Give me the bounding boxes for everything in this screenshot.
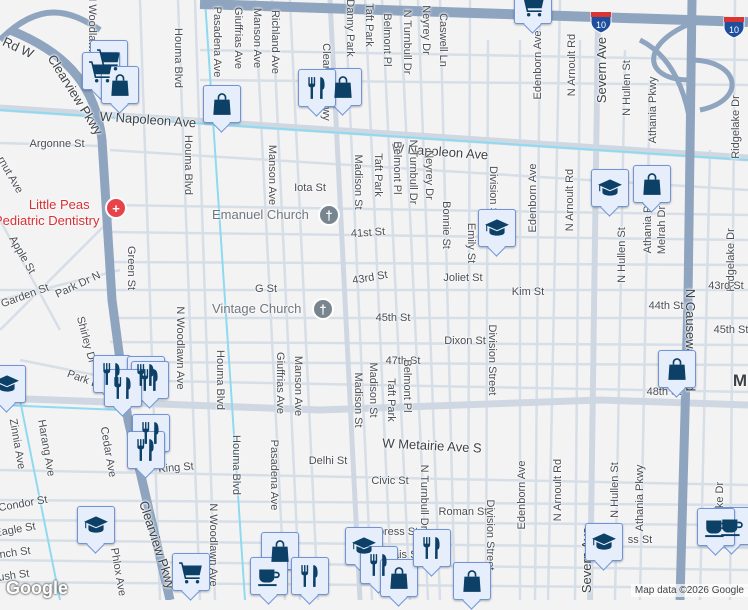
school-icon[interactable] xyxy=(591,169,629,207)
street-label: G St xyxy=(254,283,278,295)
street-label: Civic St xyxy=(371,475,409,487)
street-label: Pasadena Ave xyxy=(268,439,280,511)
street-label: ke Dr xyxy=(714,481,726,509)
street-label: 43rd St xyxy=(708,280,744,292)
street-label: Manson Ave xyxy=(266,144,278,206)
shopping-bag-icon[interactable] xyxy=(658,350,696,388)
street-label: Division Street xyxy=(484,499,496,571)
street-label: Manson Ave xyxy=(292,355,304,417)
street-label: Manson Ave xyxy=(251,7,263,69)
street-label: Argonne St xyxy=(29,138,85,150)
street-label: 45th St xyxy=(713,324,748,336)
street-label: Madison St xyxy=(352,154,364,210)
street-label: Taft Park xyxy=(385,378,397,422)
street-label: Green St xyxy=(125,245,137,291)
place-little-peas-dentistry-line2[interactable]: Pediatric Dentistry xyxy=(0,212,99,229)
shopping-bag-icon[interactable] xyxy=(453,562,491,600)
shopping-bag-icon[interactable] xyxy=(203,85,241,123)
street-label: Joliet St xyxy=(443,272,483,284)
street-label: 41st St xyxy=(350,225,386,241)
place-vintage-church[interactable]: Vintage Church xyxy=(212,301,301,316)
street-label: Edenborn Ave xyxy=(527,163,539,233)
street-label: Giuffrias Ave xyxy=(232,7,244,69)
street-label: Iota St xyxy=(294,182,326,194)
street-label: Madison St xyxy=(367,362,379,418)
svg-text:10: 10 xyxy=(729,25,739,35)
street-label: ss St xyxy=(627,534,653,546)
place-name: Vintage Church xyxy=(212,301,302,316)
street-label: Caswell Ln xyxy=(437,13,449,67)
google-logo: Google xyxy=(6,578,68,598)
street-label: N Turnbull Dr xyxy=(407,139,419,205)
street-label: Dixon St xyxy=(444,335,486,347)
street-label: 45th St xyxy=(375,312,411,324)
school-icon[interactable] xyxy=(585,523,623,561)
street-label: Edenborn Ave xyxy=(532,30,544,100)
street-label: Neyrey Dr xyxy=(420,5,432,55)
street-label: Taft Park xyxy=(372,153,384,197)
street-label: N Arnoult Rd xyxy=(564,168,576,232)
street-label: N Hullen St xyxy=(616,227,628,283)
street-label: Emily St xyxy=(465,222,477,264)
interstate-shield-icon: 10 xyxy=(590,11,612,34)
shopping-cart-icon[interactable] xyxy=(172,553,210,591)
interstate-shield-icon: 10 xyxy=(723,16,745,39)
shopping-cart-icon[interactable] xyxy=(514,0,552,24)
street-label: Melrah Dr xyxy=(656,205,668,255)
street-label: Belmont Pl xyxy=(401,359,413,413)
street-label: Belmont Pl xyxy=(391,141,403,195)
street-label: Athania Pkwy xyxy=(634,464,646,532)
street-label: Houma Blvd xyxy=(172,28,184,88)
street-label: Danny Park xyxy=(344,0,356,57)
map-attribution[interactable]: Map data ©2026 Google xyxy=(630,584,748,597)
street-label: N Turnbull Dr xyxy=(401,9,413,75)
street-label: N Arnoult Rd xyxy=(552,458,564,522)
street-label: N Hullen St xyxy=(609,462,621,518)
street-label: Kim St xyxy=(511,286,545,298)
street-label: Ridgelake Dr xyxy=(730,95,742,159)
place-name: Little Peas xyxy=(28,197,90,212)
street-label: Houma Blvd xyxy=(230,435,242,495)
street-label: Severn Ave xyxy=(594,36,609,104)
place-emanuel-church[interactable]: Emanuel Church xyxy=(212,207,309,222)
dentist-icon[interactable]: + xyxy=(105,197,127,219)
street-label: Pasadena Ave xyxy=(211,6,223,78)
shopping-bag-icon[interactable] xyxy=(633,165,671,203)
school-icon[interactable] xyxy=(77,506,115,544)
street-label: Delhi St xyxy=(308,455,348,467)
restaurant-icon[interactable] xyxy=(413,529,451,567)
street-label: Division Street xyxy=(486,324,498,396)
street-label: N Turnbull Dr xyxy=(418,464,430,530)
street-label: Athania Pkwy xyxy=(647,76,659,144)
street-label: Edenborn Ave xyxy=(516,460,528,530)
street-label: 44th St xyxy=(648,300,684,312)
street-label: N Woodlawn Ave xyxy=(174,306,186,390)
street-label: Richland Ave xyxy=(269,9,281,75)
place-name: Emanuel Church xyxy=(212,207,309,222)
area-label: M xyxy=(732,371,748,390)
street-label: Madison St xyxy=(352,372,364,428)
svg-text:10: 10 xyxy=(596,20,606,30)
street-label: Neyrey Dr xyxy=(423,150,435,200)
street-label: N Arnoult Rd xyxy=(566,33,578,97)
church-cross-icon[interactable]: † xyxy=(318,204,340,226)
place-name: Pediatric Dentistry xyxy=(0,213,100,228)
shopping-bag-icon[interactable] xyxy=(101,66,139,104)
street-label: Giuffrias Ave xyxy=(274,352,286,414)
school-icon[interactable] xyxy=(0,365,26,403)
school-icon[interactable] xyxy=(478,209,516,247)
street-label: N Hullen St xyxy=(621,60,633,116)
street-label: Roman St xyxy=(438,506,488,518)
restaurant-icon[interactable] xyxy=(291,557,329,595)
street-label: Belmont Pl xyxy=(381,13,393,67)
place-little-peas-dentistry[interactable]: Little Peas xyxy=(29,196,90,213)
street-label: Bonnie St xyxy=(440,201,452,249)
street-label: Taft Park xyxy=(363,3,375,47)
street-label: Houma Blvd xyxy=(214,350,226,410)
church-cross-icon[interactable]: † xyxy=(312,298,334,320)
street-label: Houma Blvd xyxy=(182,135,194,195)
